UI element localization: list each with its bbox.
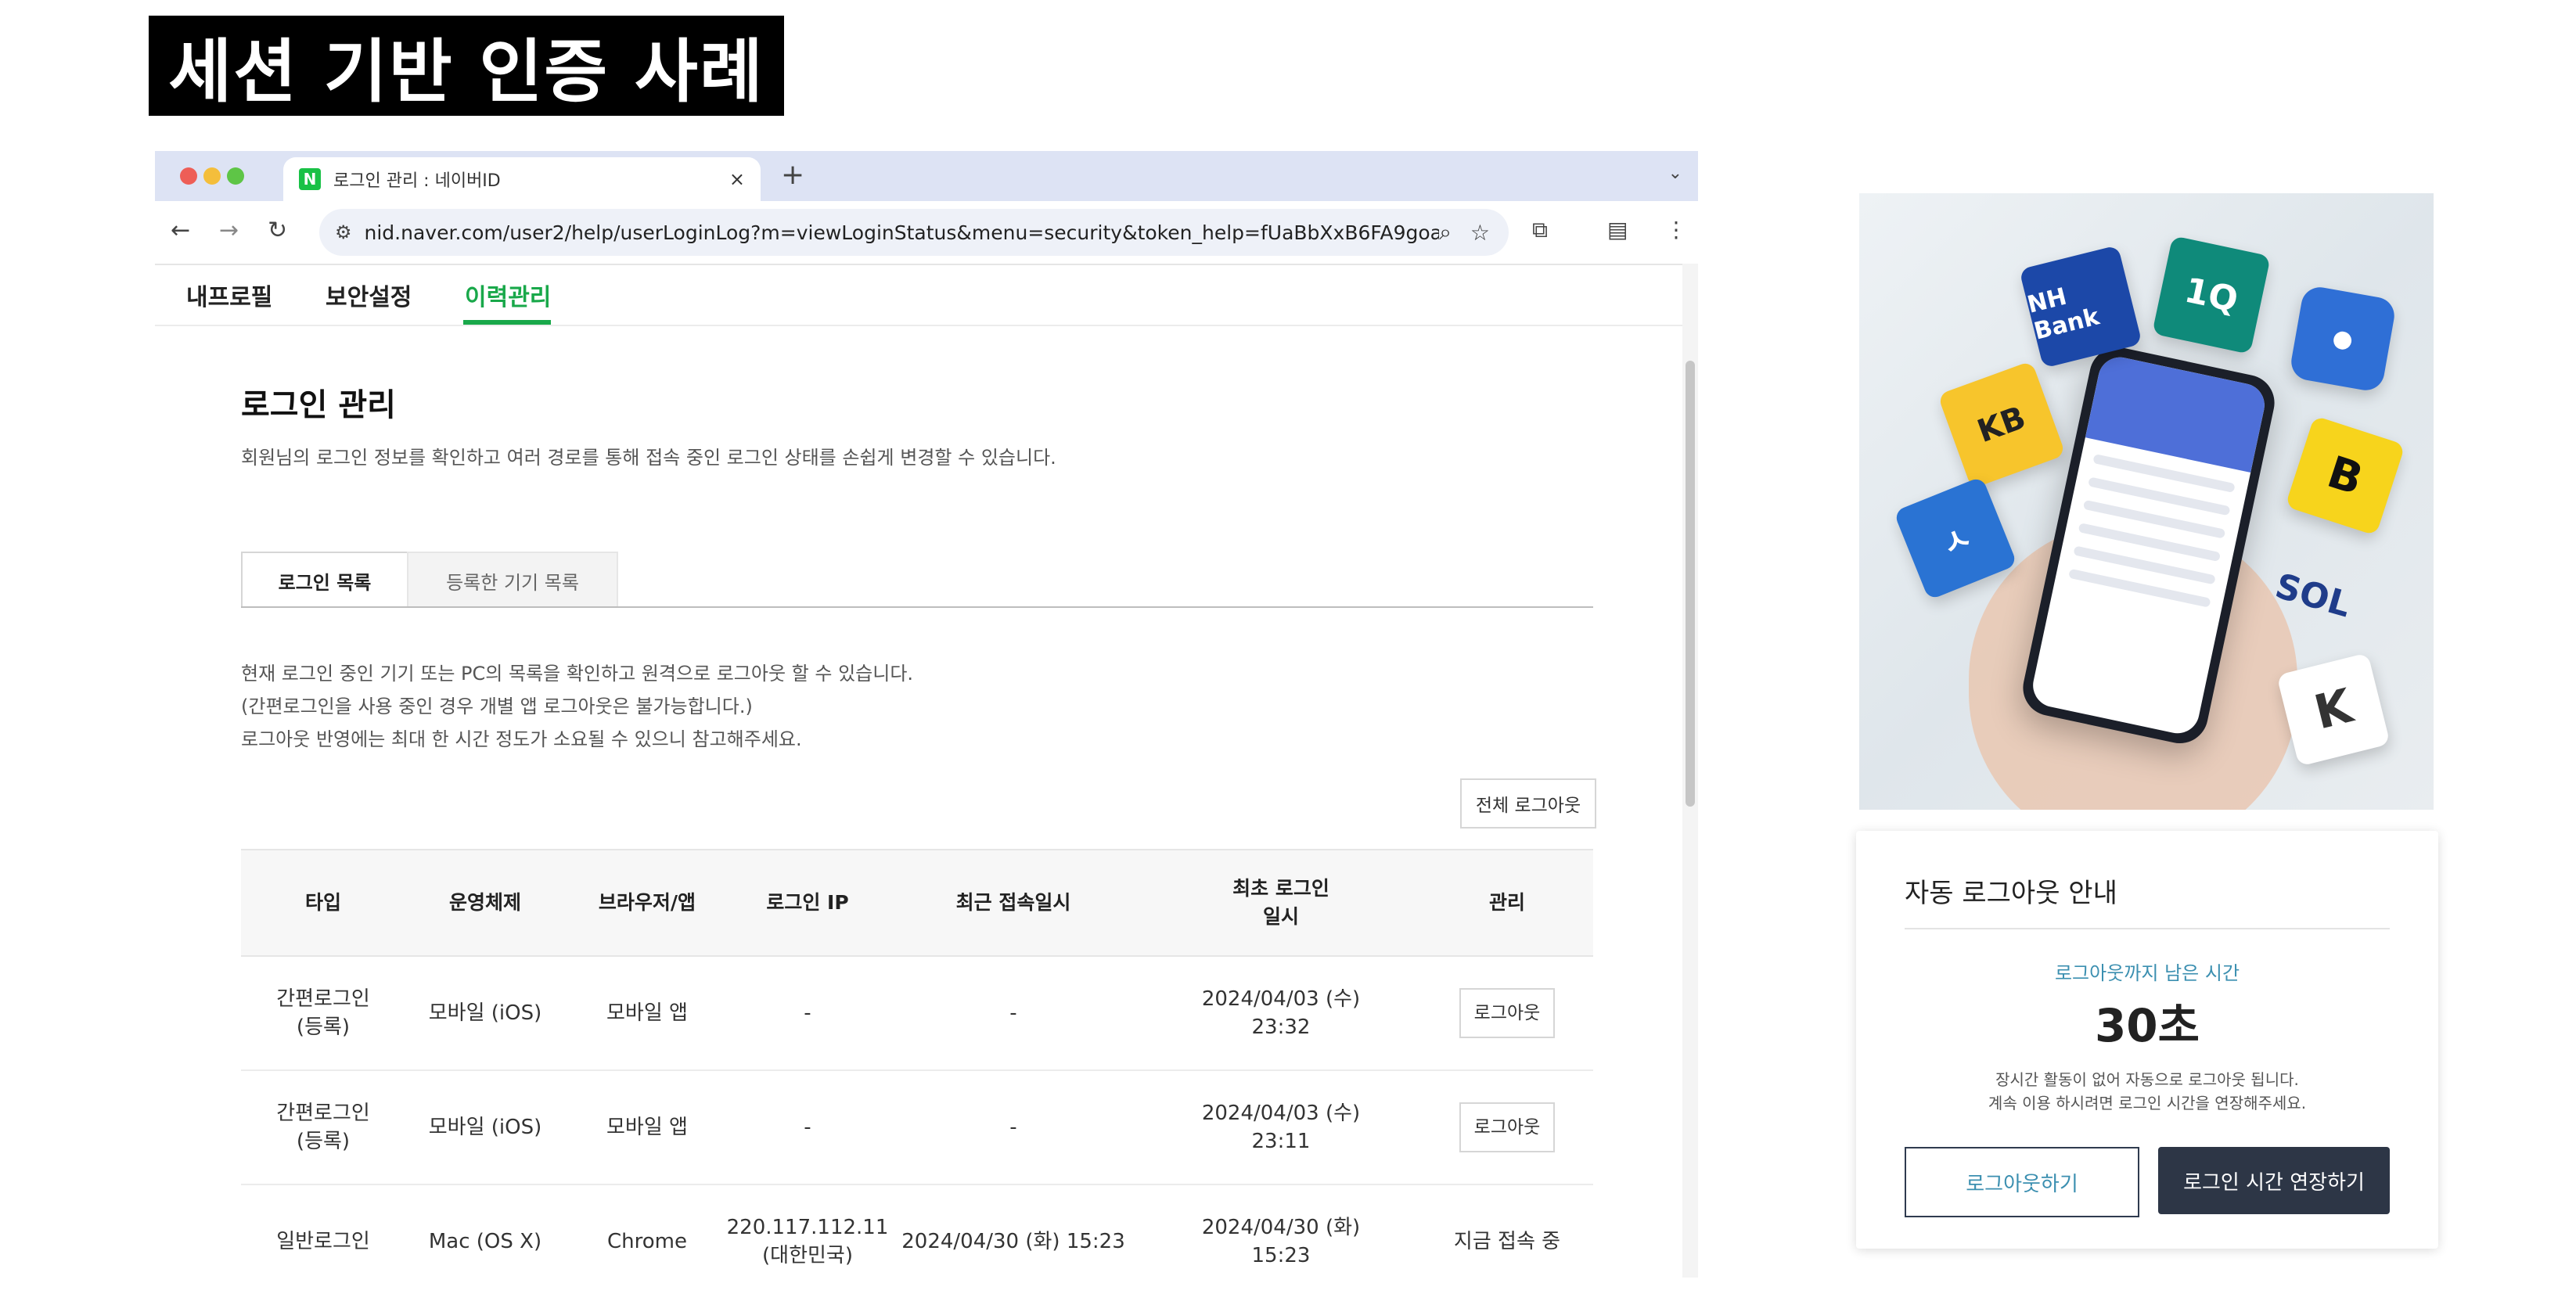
row-logout-button[interactable]: 로그아웃 — [1459, 988, 1555, 1038]
cell-recent: 2024/04/30 (화) 15:23 — [901, 1230, 1125, 1253]
page-description: 회원님의 로그인 정보를 확인하고 여러 경로를 통해 접속 중인 로그인 상태… — [241, 447, 1056, 469]
browser-toolbar: ← → ↻ ⚙ nid.naver.com/user2/help/userLog… — [155, 201, 1698, 265]
cell-first-login: 2024/04/30 (화) 15:23 — [1201, 1216, 1361, 1267]
cell-os: 모바일 (iOS) — [428, 1116, 542, 1139]
cell-ip: 220.117.112.11 (대한민국) — [726, 1216, 889, 1267]
table-row: 간편로그인 (등록) 모바일 (iOS) 모바일 앱 - - 2024/04/0… — [241, 957, 1593, 1071]
login-table: 타입 운영체제 브라우저/앱 로그인 IP 최근 접속일시 최초 로그인 일시 … — [241, 849, 1593, 1278]
account-nav: 내프로필 보안설정 이력관리 — [155, 264, 1682, 326]
header-first-login: 최초 로그인 일시 — [1232, 877, 1329, 928]
tab-search-icon[interactable]: ⌄ — [1668, 164, 1682, 183]
tab-title: 로그인 관리 : 네이버ID — [333, 171, 501, 191]
url-text[interactable]: nid.naver.com/user2/help/userLoginLog?m=… — [365, 221, 1440, 244]
page-content: 내프로필 보안설정 이력관리 로그인 관리 회원님의 로그인 정보를 확인하고 … — [155, 264, 1682, 1278]
cell-browser: Chrome — [607, 1230, 687, 1253]
cell-ip: - — [804, 1001, 811, 1025]
ibk-bank-logo: ㅅ — [1893, 476, 2018, 601]
info-line-3: 로그아웃 반영에는 최대 한 시간 정도가 소요될 수 있으니 참고해주세요. — [241, 728, 802, 750]
scrollbar-thumb[interactable] — [1686, 361, 1695, 807]
zoom-icon[interactable]: ⌕ — [1439, 219, 1452, 246]
slide-title: 세션 기반 인증 사례 — [149, 16, 784, 116]
info-line-2: (간편로그인을 사용 중인 경우 개별 앱 로그아웃은 불가능합니다.) — [241, 696, 753, 717]
maximize-window-button[interactable] — [227, 167, 244, 185]
kakao-bank-logo: B — [2285, 415, 2405, 536]
header-browser: 브라우저/앱 — [598, 891, 696, 914]
address-bar[interactable]: ⚙ nid.naver.com/user2/help/userLoginLog?… — [319, 209, 1509, 256]
logout-all-button[interactable]: 전체 로그아웃 — [1460, 778, 1596, 829]
browser-window: N 로그인 관리 : 네이버ID × + ⌄ ← → ↻ ⚙ nid.naver… — [155, 151, 1698, 1278]
cell-manage: 로그아웃 — [1421, 1071, 1593, 1184]
tab-registered-devices[interactable]: 등록한 기기 목록 — [407, 552, 618, 608]
dialog-title: 자동 로그아웃 안내 — [1905, 878, 2117, 909]
phone-app-header — [2085, 353, 2269, 473]
subtab-divider — [241, 606, 1593, 608]
cell-first-login: 2024/04/03 (수) 23:11 — [1201, 1102, 1361, 1153]
header-recent: 최근 접속일시 — [955, 891, 1071, 914]
naver-favicon-icon: N — [299, 168, 321, 190]
table-header: 타입 운영체제 브라우저/앱 로그인 IP 최근 접속일시 최초 로그인 일시 … — [241, 849, 1593, 957]
hana-1q-logo: 1Q — [2152, 235, 2271, 354]
nav-profile[interactable]: 내프로필 — [186, 278, 272, 312]
dialog-message-1: 장시간 활동이 없어 자동으로 로그아웃 됩니다. — [1995, 1070, 2299, 1089]
cell-browser: 모바일 앱 — [606, 1001, 688, 1025]
cell-manage: 로그아웃 — [1421, 957, 1593, 1069]
minimize-window-button[interactable] — [203, 167, 221, 185]
logout-now-button[interactable]: 로그아웃하기 — [1905, 1147, 2139, 1217]
tab-close-icon[interactable]: × — [729, 168, 745, 190]
dialog-message-2: 계속 이용 하시려면 로그인 시간을 연장해주세요. — [1988, 1094, 2307, 1112]
cell-os: Mac (OS X) — [428, 1230, 542, 1253]
extend-session-button[interactable]: 로그인 시간 연장하기 — [2158, 1147, 2390, 1214]
header-os: 운영체제 — [448, 891, 521, 914]
header-type: 타입 — [304, 891, 341, 914]
cell-recent: - — [1009, 1001, 1017, 1025]
header-ip: 로그인 IP — [766, 891, 849, 914]
remaining-seconds: 30초 — [2094, 999, 2200, 1052]
cell-browser: 모바일 앱 — [606, 1116, 688, 1139]
woori-person-icon: ● — [2330, 323, 2355, 354]
cell-type: 간편로그인 (등록) — [276, 987, 370, 1039]
row-logout-button[interactable]: 로그아웃 — [1459, 1102, 1555, 1152]
browser-tab[interactable]: N 로그인 관리 : 네이버ID × — [283, 157, 761, 201]
remaining-time-label: 로그아웃까지 남은 시간 — [2054, 962, 2240, 984]
tab-bar: N 로그인 관리 : 네이버ID × + ⌄ — [155, 151, 1698, 201]
extensions-icon[interactable]: ⧉ — [1532, 217, 1548, 243]
cell-recent: - — [1009, 1116, 1017, 1139]
cell-first-login: 2024/04/03 (수) 23:32 — [1201, 987, 1361, 1039]
cell-os: 모바일 (iOS) — [428, 1001, 542, 1025]
info-line-1: 현재 로그인 중인 기기 또는 PC의 목록을 확인하고 원격으로 로그아웃 할… — [241, 663, 914, 685]
woori-bank-logo: ● — [2288, 284, 2398, 394]
banking-apps-photo: NH Bank 1Q ● KB B ㅅ SOL K — [1859, 193, 2434, 810]
cast-icon[interactable]: ▤ — [1607, 217, 1628, 243]
cell-ip: - — [804, 1116, 811, 1139]
cell-status: 지금 접속 중 — [1453, 1230, 1561, 1253]
nav-history[interactable]: 이력관리 — [465, 278, 551, 312]
dialog-divider — [1905, 928, 2390, 929]
tab-login-list[interactable]: 로그인 목록 — [241, 552, 408, 608]
star-icon[interactable]: ☆ — [1470, 220, 1490, 246]
new-tab-button[interactable]: + — [781, 159, 804, 191]
menu-icon[interactable]: ⋮ — [1665, 217, 1687, 243]
site-settings-icon[interactable]: ⚙ — [335, 221, 352, 243]
forward-icon[interactable]: → — [219, 217, 239, 244]
back-icon[interactable]: ← — [171, 217, 190, 244]
table-row: 간편로그인 (등록) 모바일 (iOS) 모바일 앱 - - 2024/04/0… — [241, 1071, 1593, 1185]
nav-security[interactable]: 보안설정 — [326, 278, 412, 312]
cell-type: 일반로그인 — [276, 1230, 370, 1253]
reload-icon[interactable]: ↻ — [268, 217, 287, 244]
close-window-button[interactable] — [180, 167, 197, 185]
auto-logout-dialog: 자동 로그아웃 안내 로그아웃까지 남은 시간 30초 장시간 활동이 없어 자… — [1856, 831, 2438, 1249]
nav-active-indicator — [463, 320, 551, 325]
table-row: 일반로그인 Mac (OS X) Chrome 220.117.112.11 (… — [241, 1185, 1593, 1278]
header-manage: 관리 — [1488, 891, 1525, 914]
cell-type: 간편로그인 (등록) — [276, 1102, 370, 1153]
page-title: 로그인 관리 — [241, 387, 396, 423]
kb-bank-logo: KB — [1937, 360, 2067, 490]
